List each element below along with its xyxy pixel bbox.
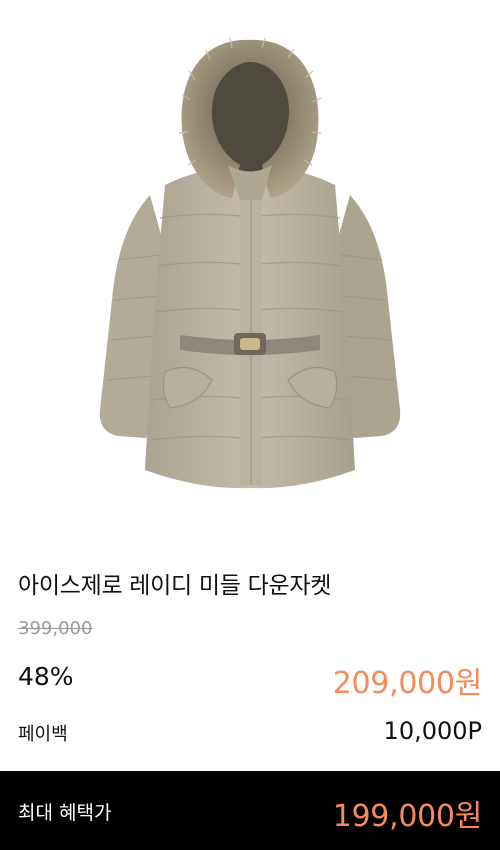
product-title[interactable]: 아이스제로 레이디 미들 다운자켓 [18, 566, 331, 600]
down-jacket-image [99, 37, 401, 489]
original-price: 399,000 [18, 618, 93, 639]
max-benefit-bar[interactable]: 최대 혜택가 199,000원 [0, 771, 500, 850]
sale-price: 209,000원 [332, 666, 483, 701]
payback-value: 10,000P [383, 717, 482, 745]
payback-label: 페이백 [18, 724, 68, 745]
max-benefit-price: 199,000원 [332, 799, 483, 834]
product-image[interactable] [0, 0, 500, 540]
max-benefit-label: 최대 혜택가 [18, 802, 112, 824]
product-card[interactable]: 아이스제로 레이디 미들 다운자켓 399,000 48% 209,000원 페… [0, 0, 500, 850]
discount-rate: 48% [18, 662, 74, 691]
